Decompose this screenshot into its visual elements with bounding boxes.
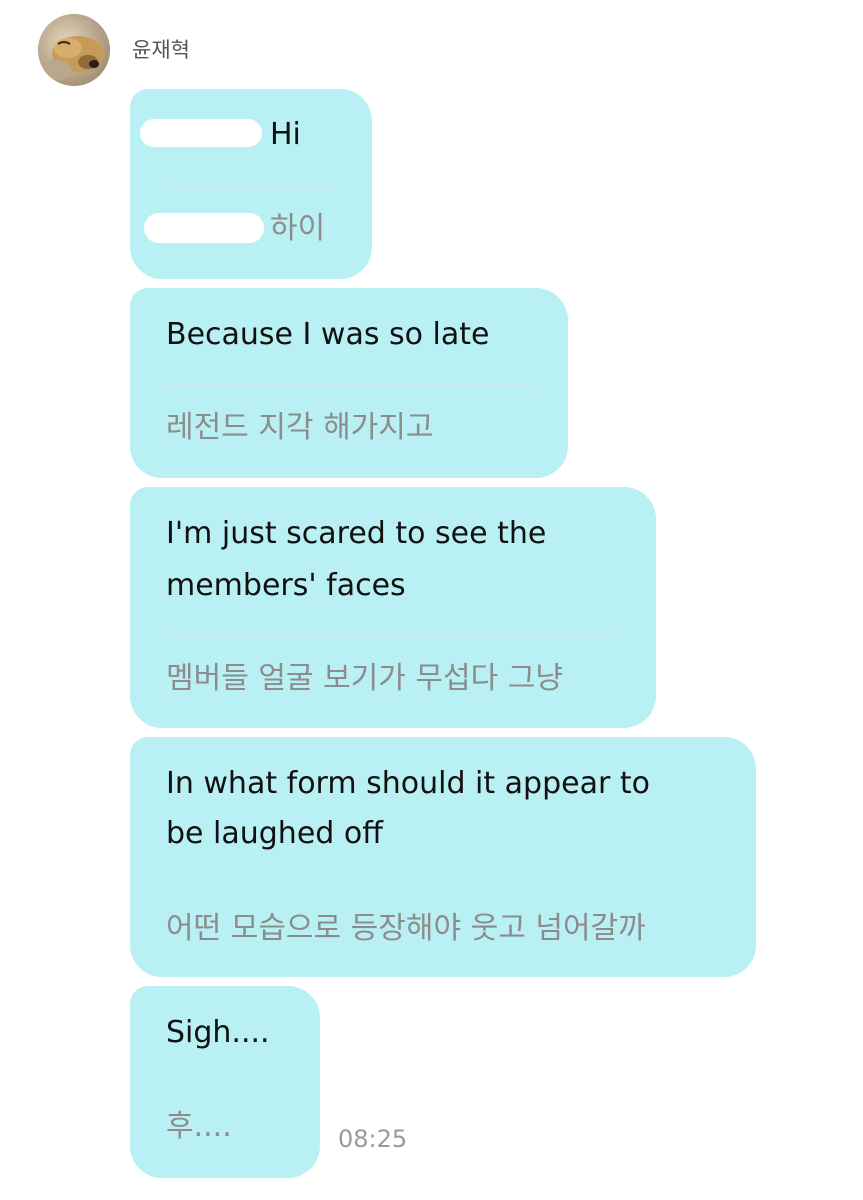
translation-text: 후.... [166, 1109, 232, 1144]
message-bubble[interactable]: Because I was so late 레전드 지각 해가지고 [130, 288, 568, 478]
message-text: Sigh.... [166, 1015, 270, 1050]
dog-photo-avatar-icon [38, 14, 110, 86]
translation-divider [166, 384, 532, 385]
translation-divider [166, 634, 620, 635]
message-timestamp: 08:25 [338, 1125, 408, 1153]
redaction-mark [144, 213, 264, 243]
avatar[interactable] [38, 14, 110, 86]
translation-divider [166, 885, 720, 886]
message-text: Hi [270, 117, 301, 152]
translation-divider [166, 186, 336, 187]
message-bubble[interactable]: Sigh.... 후.... [130, 986, 320, 1178]
sender-name: 윤재혁 [132, 38, 190, 62]
translation-text: 레전드 지각 해가지고 [166, 410, 434, 445]
message-text: Because I was so late [166, 317, 490, 352]
redaction-mark [140, 119, 262, 147]
message-bubble[interactable]: Hi 하이 [130, 89, 372, 279]
translation-text: 어떤 모습으로 등장해야 웃고 넘어갈까 [166, 911, 646, 946]
message-bubble[interactable]: In what form should it appear to be laug… [130, 737, 756, 977]
message-text-line-1: I'm just scared to see the [166, 516, 547, 551]
translation-divider [166, 1083, 284, 1084]
message-bubble[interactable]: I'm just scared to see the members' face… [130, 487, 656, 728]
message-text-line-1: In what form should it appear to [166, 766, 650, 801]
message-text-line-2: members' faces [166, 568, 406, 603]
translation-text: 하이 [270, 211, 326, 246]
message-text-line-2: be laughed off [166, 816, 383, 851]
translation-text: 멤버들 얼굴 보기가 무섭다 그냥 [166, 661, 563, 696]
